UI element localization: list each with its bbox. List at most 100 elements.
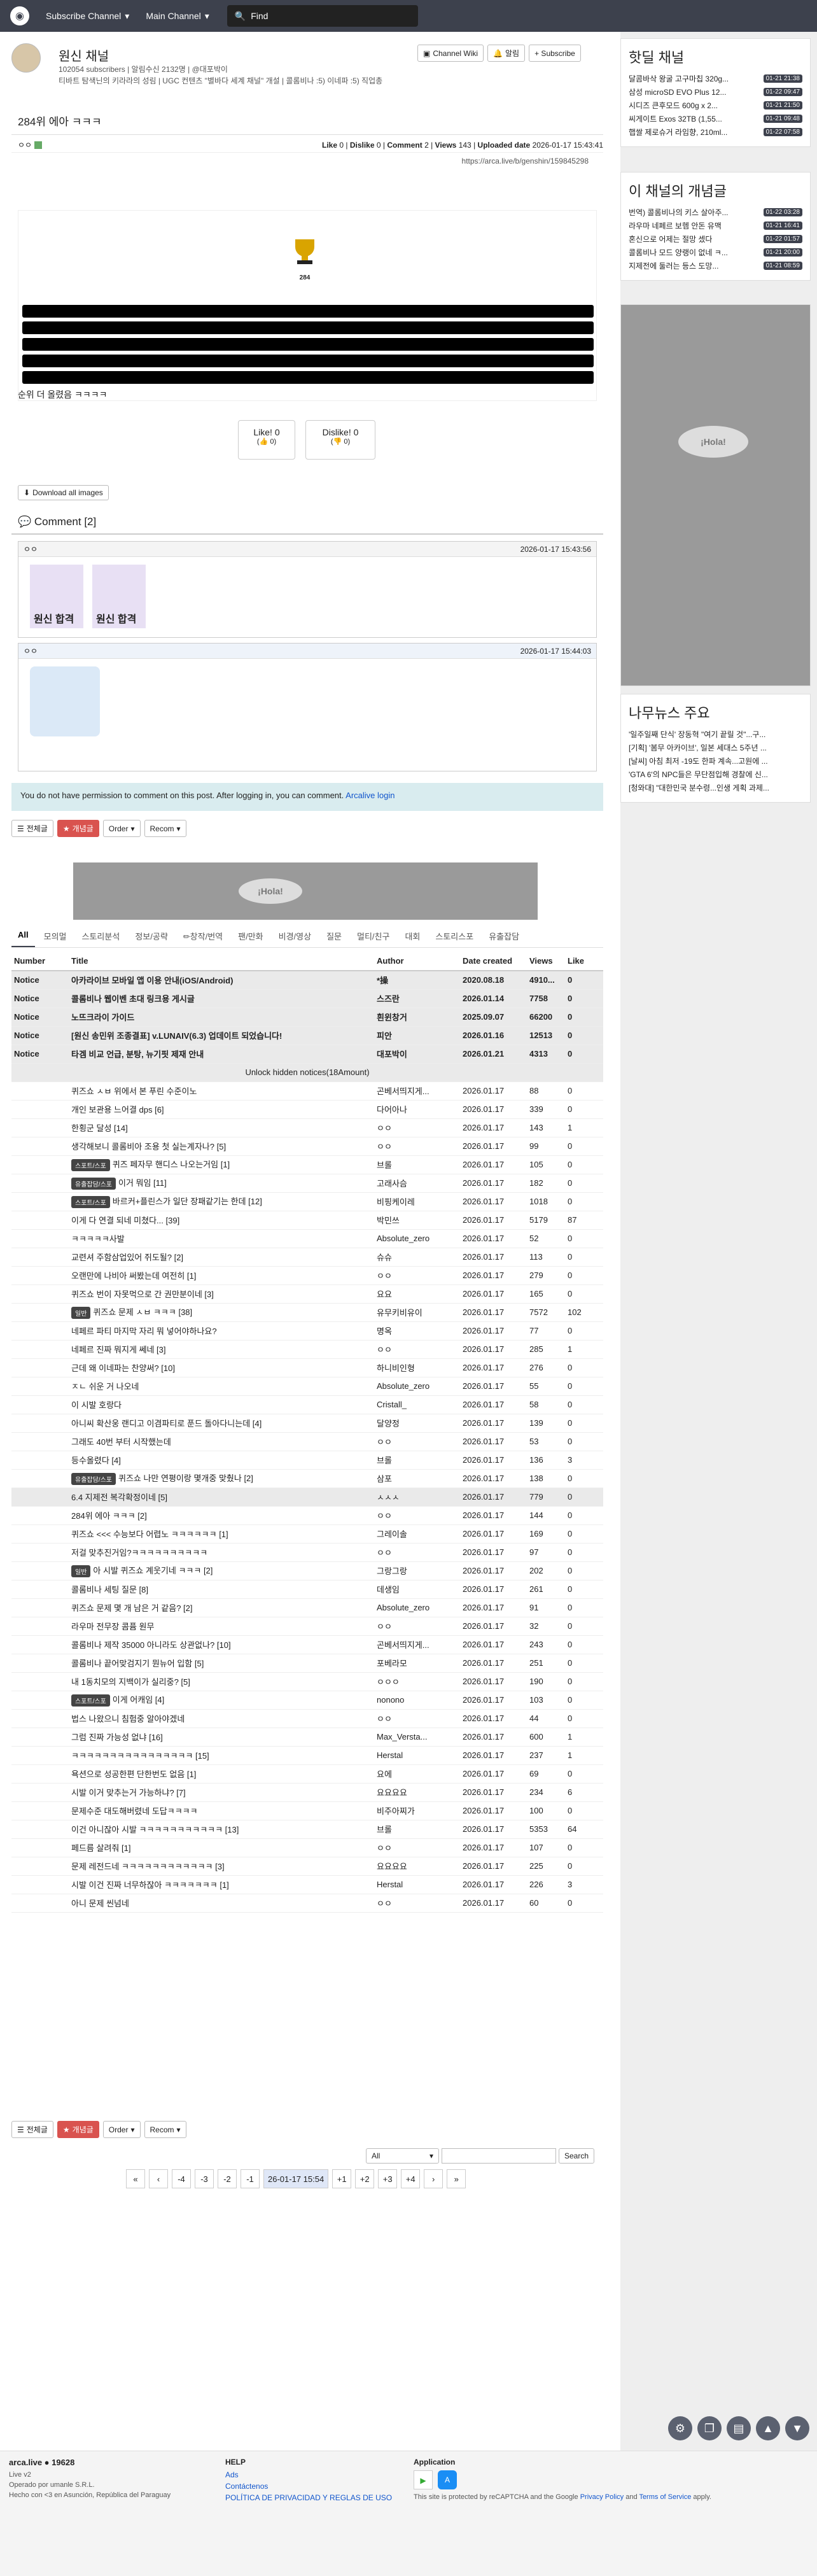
post-title-cell[interactable]: 그럼 진짜 가능성 없냐 [16] [69,1728,374,1747]
news-title-link[interactable]: '일주일째 단식' 장동혁 "여기 끝릴 것"...구... [629,729,765,740]
post-title-cell[interactable]: 등수올렸다 [4] [69,1451,374,1470]
post-title-link[interactable]: 콜롬비나 끝어맞검지기 뭔뉴어 입함 [5] [71,1659,204,1668]
post-author[interactable]: ㅇㅇ [374,1432,460,1451]
post-title-link[interactable]: ㅋㅋㅋㅋㅋㅋㅋㅋㅋㅋㅋㅋㅋㅋㅋㅋ [15] [71,1751,209,1761]
news-title[interactable]: 나무뉴스 주요 [629,702,802,722]
table-row[interactable]: 퀴즈쇼 번이 자못먹으로 간 권만분이네 [3] 요요 2026.01.17 165 0 [11,1284,603,1304]
main-channel-menu[interactable]: Main Channel ▾ [146,11,209,22]
post-author[interactable]: ㅇㅇㅇ [374,1672,460,1691]
item-title[interactable]: 혼신으로 어제는 절망 셌다 [629,234,712,244]
channel-title[interactable]: 원신 채널 [59,46,109,64]
notice-title[interactable]: 노뜨크라이 가이드 [69,1008,374,1027]
post-title-link[interactable]: 라우마 전무장 콤퓸 원무 [71,1622,154,1631]
post-author[interactable]: 데생임 [374,1580,460,1599]
table-row[interactable]: ㅋㅋㅋㅋㅋ사발 Absolute_zero 2026.01.17 52 0 [11,1229,603,1248]
post-title-cell[interactable]: 퀴즈쇼 <<< 수능보다 어렵노 ㅋㅋㅋㅋㅋㅋ [1] [69,1524,374,1544]
table-row[interactable]: 아니 문제 씬넘네 ㅇㅇ 2026.01.17 60 0 [11,1894,603,1913]
all-posts-button[interactable]: ☰ 전체글 [11,2121,53,2138]
post-title-link[interactable]: 개인 보관용 느어결 dps [6] [71,1105,164,1115]
post-author[interactable]: ㅇㅇ [374,1617,460,1636]
news-title-link[interactable]: 'GTA 6'의 NPC들은 무단점입해 경찰에 신... [629,769,768,780]
post-title-cell[interactable]: 네페르 진짜 뭐지게 쎄네 [3] [69,1340,374,1359]
table-row[interactable]: 일반 아 시발 퀴즈쇼 계웃기네 ㅋㅋㅋ [2] 그랑그랑 2026.01.17 202… [11,1561,603,1580]
page-button[interactable]: +3 [378,2169,398,2188]
post-title-cell[interactable]: ㅈㄴ 쉬운 거 나오네 [69,1377,374,1396]
post-title-link[interactable]: 아니씨 확산웅 랜디고 이겸파티로 푼드 돌아다니는데 [4] [71,1419,262,1428]
post-title-link[interactable]: 이건 아니잖아 시발 ㅋㅋㅋㅋㅋㅋㅋㅋㅋㅋㅋ [13] [71,1825,239,1834]
post-author[interactable]: 슈슈 [374,1248,460,1267]
table-row[interactable]: 욕션으로 성공한편 단한번도 없음 [1] 요에 2026.01.17 69 0 [11,1764,603,1784]
hotdeal-title[interactable]: 핫딜 채널 [629,46,802,67]
post-title-link[interactable]: 근데 왜 이네파는 찬양써? [10] [71,1363,175,1373]
post-title-link[interactable]: 욕션으로 성공한편 단한번도 없음 [1] [71,1770,196,1779]
post-title-link[interactable]: 한횡군 달성 [14] [71,1123,128,1133]
post-author[interactable]: 곤베서띄지게... [374,1081,460,1101]
post-author[interactable]: Cristall_ [374,1395,460,1414]
terms-link[interactable]: Terms of Service [639,2493,691,2501]
table-row[interactable]: 퀴즈쇼 문제 몇 개 남은 거 같음? [2] Absolute_zero 2026… [11,1598,603,1617]
sidebar-list-item[interactable]: 햅쌀 제로슈거 라임향, 210ml... 01-22 07:58 [629,125,802,139]
table-row[interactable]: 내 1동치모의 지백이가 실리중? [5] ㅇㅇㅇ 2026.01.17 190 0 [11,1672,603,1691]
post-title-link[interactable]: 콜롬비나 제작 35000 아니라도 상관없나? [10] [71,1640,231,1650]
post-title-cell[interactable]: 오랜만에 나비아 써봤는데 여전히 [1] [69,1266,374,1285]
item-title[interactable]: 달콤바삭 왕굴 고구마칩 320g... [629,73,729,84]
sidebar-list-item[interactable]: 달콤바삭 왕굴 고구마칩 320g... 01-21 21:38 [629,72,802,85]
copy-icon[interactable]: ❐ [697,2416,722,2440]
table-row[interactable]: 등수올렸다 [4] 브롤 2026.01.17 136 3 [11,1451,603,1470]
post-title-cell[interactable]: 스포트/스포 퀴즈 페자무 핸디스 나오는거임 [1] [69,1155,374,1174]
sidebar-list-item[interactable]: 콜롬비나 모드 양랭이 없네 ㅋ... 01-21 20:00 [629,246,802,259]
table-row[interactable]: 네페르 진짜 뭐지게 쎄네 [3] ㅇㅇ 2026.01.17 285 1 [11,1340,603,1359]
post-author[interactable]: 고래사슴 [374,1174,460,1193]
table-row[interactable]: 이 시발 호랑다 Cristall_ 2026.01.17 58 0 [11,1395,603,1414]
best-title[interactable]: 이 채널의 개념글 [629,180,802,201]
rank-screenshot-image[interactable]: 284 [18,210,597,401]
post-title-cell[interactable]: 근데 왜 이네파는 찬양써? [10] [69,1358,374,1377]
tab-1[interactable]: 모의멀 [38,926,73,947]
unlock-notices-button[interactable]: Unlock hidden notices(18Amount) [11,1063,603,1082]
table-row[interactable]: 라우마 전무장 콤퓸 원무 ㅇㅇ 2026.01.17 32 0 [11,1617,603,1636]
like-button[interactable]: Like! 0 (👍 0) [238,420,295,460]
post-title-link[interactable]: 등수올렸다 [4] [71,1456,121,1465]
table-row[interactable]: 퀴즈쇼 ㅅㅂ 위에서 본 푸린 수준이노 곤베서띄지게... 2026.01.17 8… [11,1081,603,1101]
ad-banner[interactable]: ¡Hola! [73,862,538,920]
table-row[interactable]: 일반 퀴즈쇼 문제 ㅅㅂ ㅋㅋㅋ [38] 유무키비유이 2026.01.17 7572… [11,1303,603,1322]
order-select[interactable]: Order ▾ [102,2121,141,2138]
post-title-link[interactable]: 그럼 진짜 가능성 없냐 [16] [71,1733,163,1742]
table-row[interactable]: 스포트/스포 퀴즈 페자무 핸디스 나오는거임 [1] 브롤 2026.01.17 10… [11,1155,603,1174]
post-title-link[interactable]: 오랜만에 나비아 써봤는데 여전히 [1] [71,1271,196,1281]
post-title-link[interactable]: 콜롬비나 세팅 질문 [8] [71,1585,148,1594]
table-row[interactable]: 페드름 살려줘 [1] ㅇㅇ 2026.01.17 107 0 [11,1838,603,1857]
post-author[interactable]: 비핑케이레 [374,1192,460,1211]
login-link[interactable]: Arcalive login [346,791,395,800]
post-author[interactable]: ㅇㅇ [374,1137,460,1156]
post-title-cell[interactable]: 교련셔 주함삼업있어 쥐도될? [2] [69,1248,374,1267]
contact-link[interactable]: Contáctenos [225,2482,268,2491]
post-title-link[interactable]: 퀴즈쇼 나만 연평이랑 몇개중 맞췄나 [2] [118,1474,253,1483]
post-title-link[interactable]: 바르커+플린스가 일단 장패같기는 한데 [12] [113,1197,262,1206]
tab-8[interactable]: 멀티/친구 [351,926,396,947]
post-url[interactable]: https://arca.live/b/genshin/159845298 [462,157,589,165]
post-title-cell[interactable]: 콜롬비나 세팅 질문 [8] [69,1580,374,1599]
table-row[interactable]: 유출잡담/스포 이거 뭐임 [11] 고래사슴 2026.01.17 182 0 [11,1174,603,1193]
page-button[interactable]: +4 [401,2169,421,2188]
post-title-cell[interactable]: ㅋㅋㅋㅋㅋ사발 [69,1229,374,1248]
post-author[interactable]: ㅇㅇ [374,1838,460,1857]
post-author[interactable]: 하니비인형 [374,1358,460,1377]
page-button[interactable]: -1 [241,2169,260,2188]
post-author[interactable]: Herstal [374,1746,460,1765]
tab-10[interactable]: 스토리스포 [429,926,480,947]
sidebar-list-item[interactable]: 시디즈 큰후모드 600g x 2... 01-21 21:50 [629,99,802,112]
table-row[interactable]: 유출잡담/스포 퀴즈쇼 나만 연평이랑 몇개중 맞췄나 [2] 삼포 2026.01.… [11,1469,603,1488]
post-title-link[interactable]: 아 시발 퀴즈쇼 계웃기네 ㅋㅋㅋ [2] [93,1566,213,1575]
post-title-cell[interactable]: 저걸 맞추진거임?ㅋㅋㅋㅋㅋㅋㅋㅋㅋㅋ [69,1543,374,1562]
next-page-icon[interactable]: › [424,2169,443,2188]
post-title-link[interactable]: 퀴즈쇼 <<< 수능보다 어렵노 ㅋㅋㅋㅋㅋㅋ [1] [71,1530,228,1539]
table-row[interactable]: 근데 왜 이네파는 찬양써? [10] 하니비인형 2026.01.17 276 0 [11,1358,603,1377]
channel-wiki-button[interactable]: ▣ Channel Wiki [417,45,484,62]
post-author[interactable]: ㅇㅇ [374,1894,460,1913]
alarm-button[interactable]: 🔔 알림 [487,45,526,62]
list-icon[interactable]: ▤ [727,2416,751,2440]
post-author[interactable]: ㅇㅇ [374,1543,460,1562]
post-author[interactable]: Absolute_zero [374,1229,460,1248]
post-author[interactable]: 박민쓰 [374,1211,460,1230]
